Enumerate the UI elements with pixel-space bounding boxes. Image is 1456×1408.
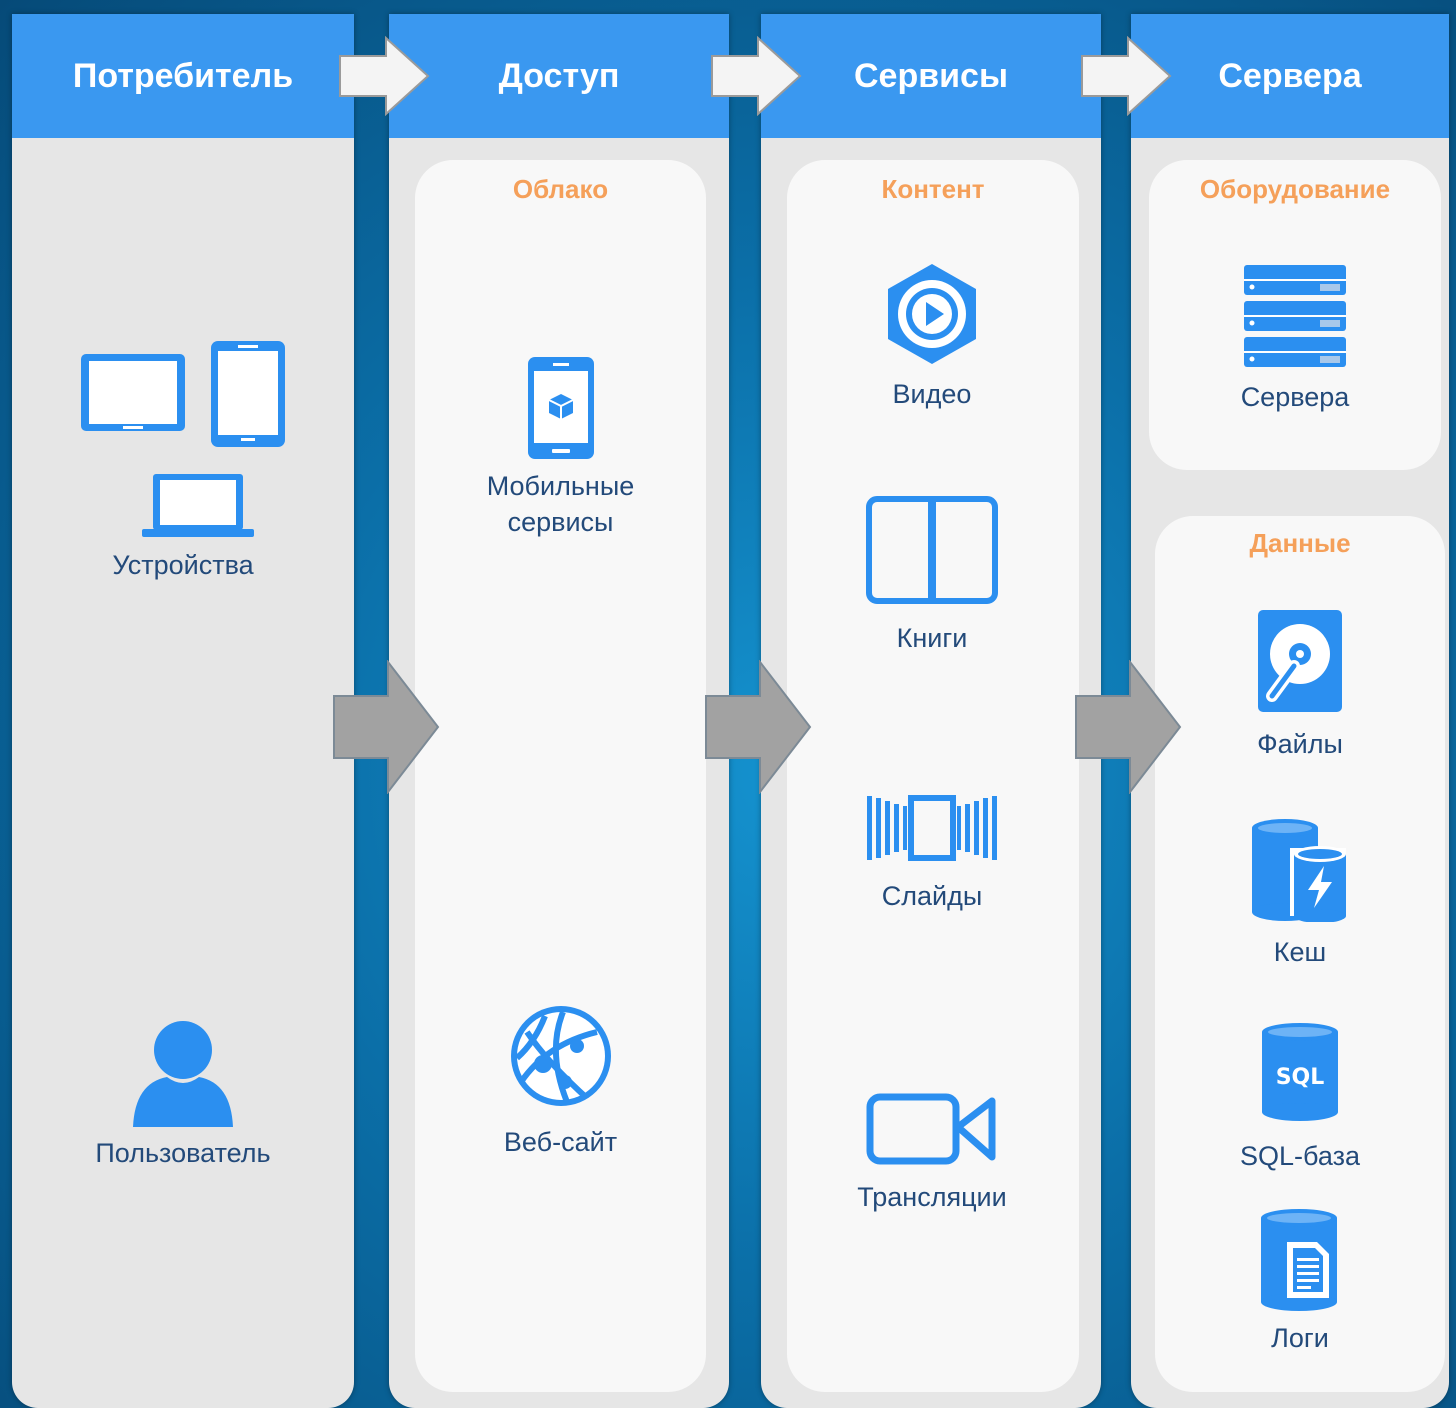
cache-label: Кеш [1273, 937, 1327, 967]
flow-arrow-2 [705, 660, 812, 794]
files-item: Файлы [1155, 608, 1445, 762]
website-item: Веб-сайт [415, 1002, 706, 1160]
server-rack-icon [1244, 265, 1346, 367]
column-header: Сервера [1131, 14, 1449, 138]
flow-arrow-3 [1075, 660, 1182, 794]
logs-database-icon [1261, 1209, 1337, 1311]
slides-icon [867, 795, 997, 861]
column-header: Потребитель [12, 14, 354, 138]
book-icon [866, 496, 998, 604]
group-title: Оборудование [1199, 174, 1391, 204]
website-label: Веб-сайт [503, 1127, 618, 1157]
cloud-group: Облако Мобильные сервисы Веб-сайт [415, 160, 706, 1392]
column-header: Доступ [389, 14, 729, 138]
group-title: Контент [881, 174, 985, 204]
slides-label: Слайды [881, 881, 983, 911]
hardware-group: Оборудование Сервера [1149, 160, 1441, 470]
logs-item: Логи [1155, 1208, 1445, 1356]
header-arrow-3 [1081, 36, 1172, 116]
devices-label: Устройства [112, 550, 254, 580]
books-label: Книги [896, 623, 968, 653]
sql-badge: SQL [1276, 1065, 1325, 1090]
mobile-services-icon [527, 357, 594, 459]
flow-arrow-1 [333, 660, 440, 794]
hard-drive-icon [1258, 610, 1342, 712]
files-label: Файлы [1257, 729, 1343, 759]
header-arrow-2 [711, 36, 802, 116]
devices-item: Устройства [52, 339, 314, 583]
mobile-services-item: Мобильные сервисы [415, 356, 706, 540]
column-consumer: Потребитель Устройства Пользователь [12, 14, 354, 1408]
slides-item: Слайды [787, 792, 1077, 914]
sql-database-icon: SQL [1262, 1023, 1338, 1121]
user-icon [133, 1021, 233, 1127]
cache-item: Кеш [1155, 818, 1445, 970]
streams-label: Трансляции [857, 1182, 1007, 1212]
mobile-services-label-2: сервисы [507, 507, 614, 537]
content-group: Контент Видео Книги Слайды Трансляции [787, 160, 1079, 1392]
video-camera-icon [866, 1093, 996, 1165]
user-label: Пользователь [95, 1138, 271, 1168]
video-item: Видео [787, 262, 1077, 412]
devices-icon [81, 341, 285, 537]
data-group: Данные Файлы Кеш SQL SQL-база Логи [1155, 516, 1445, 1392]
logs-label: Логи [1271, 1323, 1329, 1353]
group-title: Облако [512, 174, 609, 204]
mobile-services-label-1: Мобильные [486, 471, 635, 501]
group-title: Данные [1249, 528, 1351, 558]
sql-item: SQL SQL-база [1155, 1022, 1445, 1174]
servers-item: Сервера [1149, 263, 1441, 415]
cache-database-icon [1252, 819, 1346, 922]
website-globe-icon [510, 1006, 611, 1106]
sql-label: SQL-база [1240, 1141, 1360, 1171]
column-header: Сервисы [761, 14, 1101, 138]
books-item: Книги [787, 496, 1077, 656]
video-label: Видео [892, 379, 972, 409]
servers-label: Сервера [1240, 382, 1350, 412]
streams-item: Трансляции [787, 1093, 1077, 1215]
header-arrow-1 [339, 36, 430, 116]
video-play-icon [888, 264, 976, 364]
user-item: Пользователь [52, 1019, 314, 1171]
